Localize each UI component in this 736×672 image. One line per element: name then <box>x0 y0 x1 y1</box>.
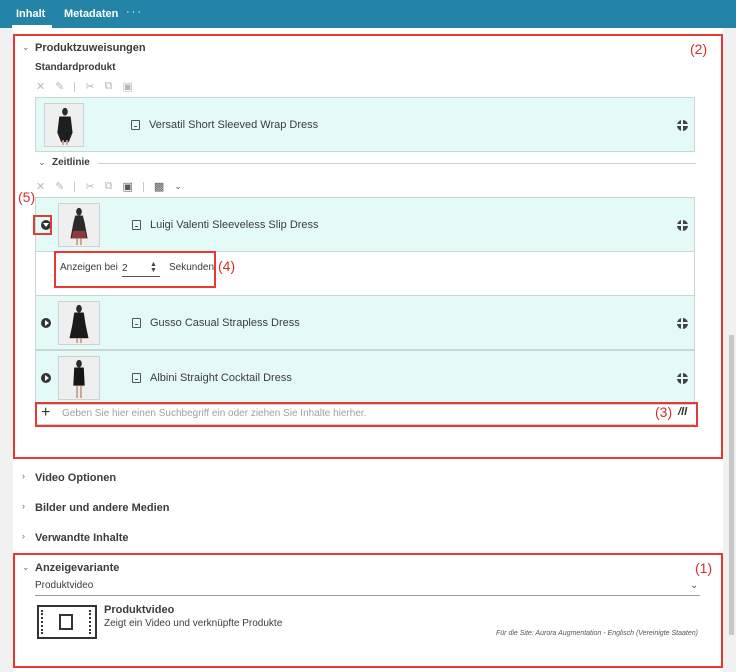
chevron-right-icon[interactable]: › <box>22 501 25 511</box>
annotation-box-2 <box>13 34 723 459</box>
more-tabs-button[interactable]: ··· <box>126 6 143 18</box>
scrollbar[interactable] <box>729 335 734 635</box>
annotation-box-4 <box>54 251 216 288</box>
annotation-label-2: (2) <box>690 41 708 57</box>
annotation-box-1 <box>13 553 723 668</box>
left-gutter <box>0 28 13 672</box>
chevron-right-icon[interactable]: › <box>22 471 25 481</box>
annotation-box-3 <box>35 402 698 427</box>
annotation-box-5 <box>33 215 52 235</box>
section-title-video-options[interactable]: Video Optionen <box>35 472 116 484</box>
annotation-label-3: (3) <box>655 404 673 420</box>
section-title-related[interactable]: Verwandte Inhalte <box>35 532 129 544</box>
tab-metadata[interactable]: Metadaten <box>64 8 118 20</box>
annotation-label-1: (1) <box>695 560 713 576</box>
section-title-media[interactable]: Bilder und andere Medien <box>35 502 169 514</box>
tab-bar: Inhalt Metadaten ··· <box>0 0 736 28</box>
annotation-label-4: (4) <box>218 258 236 274</box>
tab-content[interactable]: Inhalt <box>16 8 45 20</box>
chevron-right-icon[interactable]: › <box>22 531 25 541</box>
annotation-label-5: (5) <box>18 189 36 205</box>
